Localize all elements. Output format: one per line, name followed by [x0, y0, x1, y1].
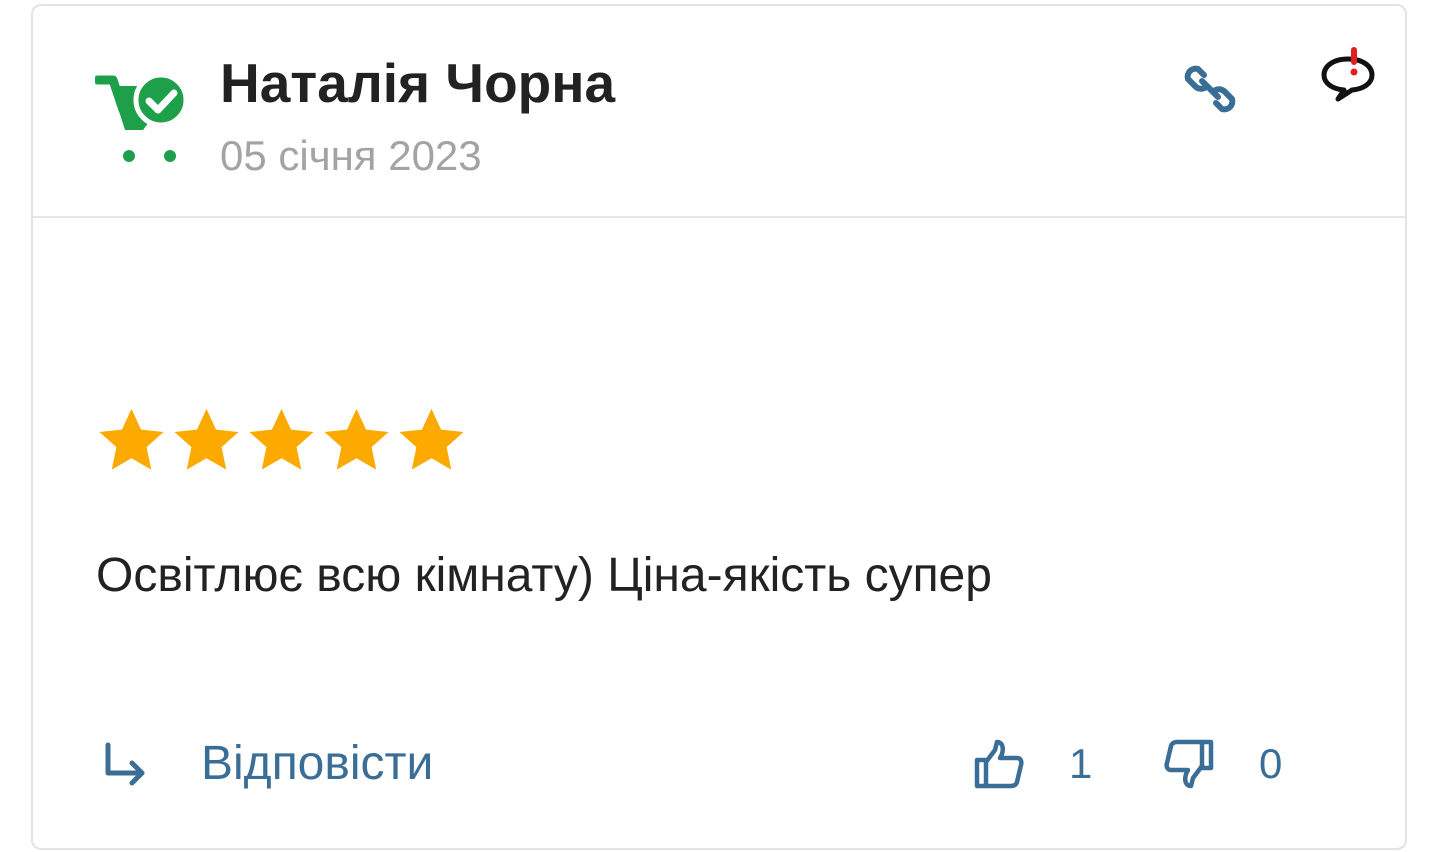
reply-button[interactable]: Відповісти [97, 724, 433, 804]
copy-link-button[interactable] [1179, 58, 1241, 120]
star-icon [324, 408, 389, 470]
reply-label: Відповісти [201, 737, 434, 790]
star-icon [99, 408, 164, 470]
review-date: 05 січня 2023 [220, 132, 482, 179]
dislike-button[interactable]: 0 [1161, 724, 1282, 804]
review-card: Наталія Чорна 05 січня 2023 Освітлює всю… [31, 4, 1407, 850]
verified-buyer-cart-icon [93, 66, 189, 166]
review-footer: Відповісти 1 0 [33, 724, 1405, 804]
review-header: Наталія Чорна 05 січня 2023 [33, 6, 1405, 218]
like-count: 1 [1069, 740, 1093, 787]
star-icon [249, 408, 314, 470]
like-button[interactable]: 1 [971, 724, 1092, 804]
thumbs-up-icon [971, 736, 1027, 792]
star-icon [399, 408, 464, 470]
reply-arrow-icon [97, 736, 153, 792]
report-button[interactable] [1317, 44, 1379, 106]
rating-stars [94, 404, 469, 478]
author-name: Наталія Чорна [220, 52, 616, 114]
report-comment-icon [1321, 47, 1375, 102]
star-icon [174, 408, 239, 470]
link-icon [1184, 65, 1236, 113]
thumbs-down-icon [1161, 736, 1217, 792]
review-text: Освітлює всю кімнату) Ціна-якість супер [96, 549, 992, 602]
dislike-count: 0 [1259, 740, 1283, 787]
